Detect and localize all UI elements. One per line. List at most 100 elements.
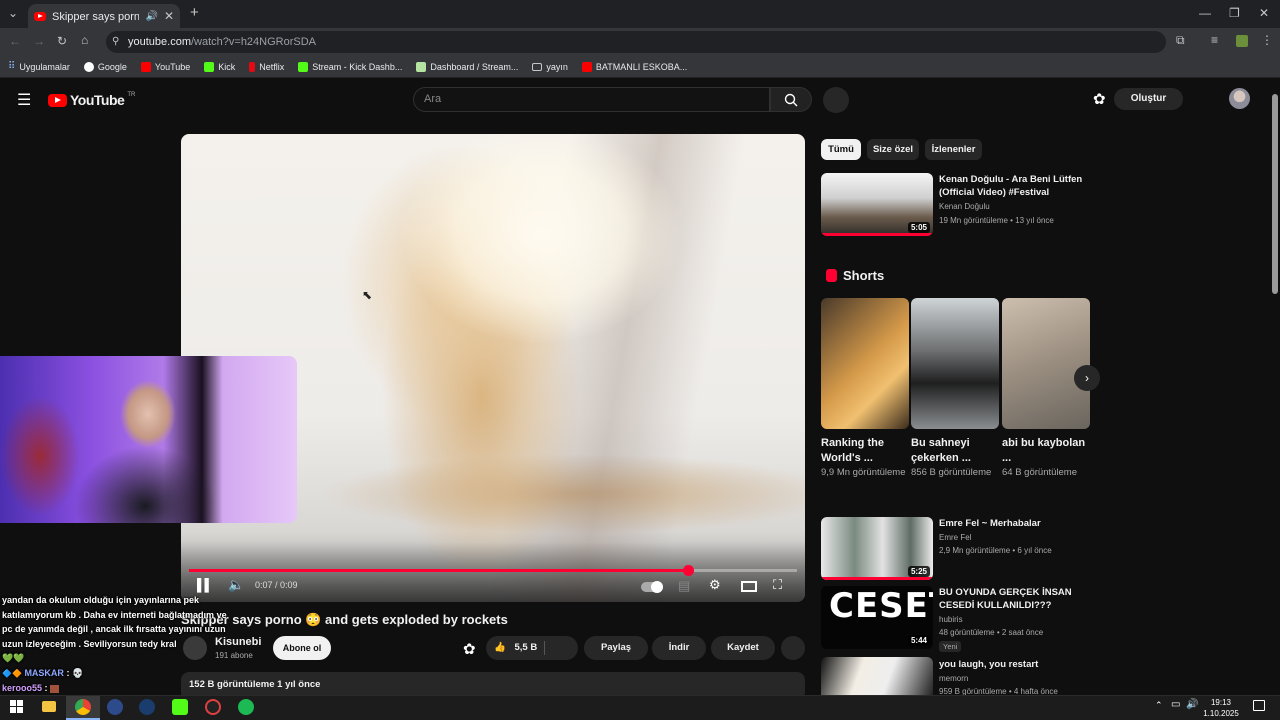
chat-username: kerooo55 [2,683,43,693]
recommendation-title[interactable]: Emre Fel ~ Merhabalar [939,517,1089,530]
tab-search-icon[interactable]: ⌄ [8,6,18,20]
chip-all[interactable]: Tümü [821,139,861,160]
chip-watched[interactable]: İzlenenler [925,139,982,160]
address-bar[interactable]: ⚲ youtube.com/watch?v=h24NGRorSDA [106,31,1166,53]
network-icon[interactable]: ▭ [1171,699,1180,710]
bookmark-apps[interactable]: ⠿ Uygulamalar [8,61,70,72]
volume-tray-icon[interactable]: 🔊 [1186,699,1198,710]
speaker-icon[interactable]: 🔊 [145,11,157,22]
app-icon[interactable] [205,699,221,715]
menu-icon[interactable]: ⋮ [1261,33,1273,47]
progress-bar[interactable] [189,565,797,576]
new-tab-icon[interactable]: + [190,5,199,20]
premium-badge-icon[interactable]: ✿ [1093,90,1106,108]
steam-icon[interactable] [139,699,155,715]
recommendation-title[interactable]: you laugh, you restart [939,658,1089,671]
subscribe-button[interactable]: Abone ol [273,636,331,660]
fullscreen-icon[interactable]: ⛶ [773,577,782,593]
create-button[interactable]: Oluştur [1114,88,1183,110]
save-button[interactable]: Kaydet [711,636,775,660]
tray-expand-icon[interactable]: ⌃ [1155,700,1163,711]
thumbs-up-icon[interactable]: 👍 [494,642,506,653]
bookmark-stream-dashboard[interactable]: Dashboard / Stream... [416,61,518,72]
taskbar-clock[interactable]: 19:13 1.10.2025 [1199,697,1243,719]
search-button[interactable] [770,87,812,112]
shorts-next-button[interactable]: › [1074,365,1100,391]
short-title[interactable]: abi bu kaybolan ... [1002,436,1090,466]
account-avatar[interactable] [1229,88,1250,109]
windows-start-icon[interactable] [10,700,23,713]
bookmark-netflix[interactable]: Netflix [249,61,284,72]
obs-icon[interactable] [107,699,123,715]
restore-icon[interactable]: ❐ [1229,6,1240,20]
recommendation-channel[interactable]: Kenan Doğulu [939,202,990,211]
recommendation-channel[interactable]: memorn [939,674,968,683]
recommendation-meta: 959 B görüntüleme • 4 hafta önce [939,687,1058,695]
recommendation-thumbnail[interactable]: CESET 5:44 [821,586,933,649]
thumbnail-text-art: CESET [829,586,933,626]
file-explorer-icon[interactable] [42,701,56,712]
video-duration: 5:44 [907,635,930,646]
chat-line: 🔷🔶 MASKAR : 💀 [2,666,237,682]
recommendation-thumbnail[interactable]: 5:25 [821,517,933,580]
recommendation-channel[interactable]: Emre Fel [939,533,971,542]
bookmark-kick-dashboard[interactable]: Stream - Kick Dashb... [298,61,402,72]
theater-mode-icon[interactable] [741,581,757,592]
clock-time: 19:13 [1210,698,1232,707]
short-title[interactable]: Ranking the World's ... [821,436,909,466]
scrollbar-thumb[interactable] [1272,94,1278,294]
bookmark-kick[interactable]: Kick [204,61,235,72]
bookmark-youtube[interactable]: YouTube [140,61,190,72]
extensions-icon[interactable]: ⧉ [1176,33,1185,48]
recommendation-title[interactable]: BU OYUNDA GERÇEK İNSAN CESEDİ KULLANILDI… [939,586,1089,612]
windows-taskbar [0,695,1280,720]
youtube-icon [581,61,592,72]
site-info-icon[interactable]: ⚲ [112,31,119,53]
browser-tab[interactable]: Skipper says porno 😳 and 🔊 ✕ [28,4,180,28]
minimize-icon[interactable]: — [1199,6,1211,20]
recommendation-thumbnail[interactable] [821,657,933,695]
media-controls-icon[interactable]: ≡ [1211,33,1218,47]
settings-gear-icon[interactable]: ⚙ [709,577,721,593]
kick-icon[interactable] [172,699,188,715]
bookmark-batmanli[interactable]: BATMANLI ESKOBA... [581,61,687,72]
recommendation-thumbnail[interactable]: 5:05 [821,173,933,236]
scrubber-handle[interactable] [682,565,694,576]
home-icon[interactable]: ⌂ [81,33,88,47]
more-actions-button[interactable] [781,636,805,660]
search-input[interactable]: Ara [413,87,770,112]
forward-icon[interactable]: → [33,34,45,48]
volume-icon[interactable]: 🔈 [228,577,244,593]
download-button[interactable]: İndir [652,636,706,660]
short-thumbnail[interactable] [911,298,999,429]
chip-for-you[interactable]: Size özel [867,139,919,160]
bookmark-google[interactable]: Google [83,61,127,72]
notifications-icon[interactable] [1253,700,1265,711]
hamburger-menu-icon[interactable]: ☰ [17,90,31,110]
recommendation-channel[interactable]: hubiris [939,615,963,624]
share-button[interactable]: Paylaş [584,636,648,660]
google-icon [83,61,94,72]
pause-icon[interactable]: ▌▌ [197,578,213,592]
close-window-icon[interactable]: ✕ [1259,6,1269,20]
short-thumbnail[interactable] [821,298,909,429]
close-tab-icon[interactable]: ✕ [164,9,174,23]
spotify-icon[interactable] [238,699,254,715]
bookmark-folder-yayin[interactable]: yayın [532,62,568,72]
recommendation-title[interactable]: Kenan Doğulu - Ara Beni Lütfen (Official… [939,173,1089,199]
youtube-logo[interactable]: YouTube TR [48,92,135,108]
bookmark-label: Uygulamalar [19,61,70,72]
profile-extension-icon[interactable] [1236,35,1248,47]
autoplay-toggle[interactable] [641,581,663,593]
short-thumbnail[interactable] [1002,298,1090,429]
subtitles-icon[interactable]: ▤ [678,578,690,594]
mouse-cursor-icon: ⬉ [362,288,373,302]
bookmarks-bar: ⠿ Uygulamalar Google YouTube Kick Netflix… [0,56,1280,78]
premium-badge-icon[interactable]: ✿ [463,640,476,658]
reload-icon[interactable]: ↻ [57,34,67,48]
back-icon[interactable]: ← [9,34,21,48]
like-count[interactable]: 5,5 B [514,642,537,653]
short-title[interactable]: Bu sahneyi çekerken ... [911,436,999,466]
voice-search-button[interactable] [823,87,849,113]
chrome-icon[interactable] [75,699,91,715]
